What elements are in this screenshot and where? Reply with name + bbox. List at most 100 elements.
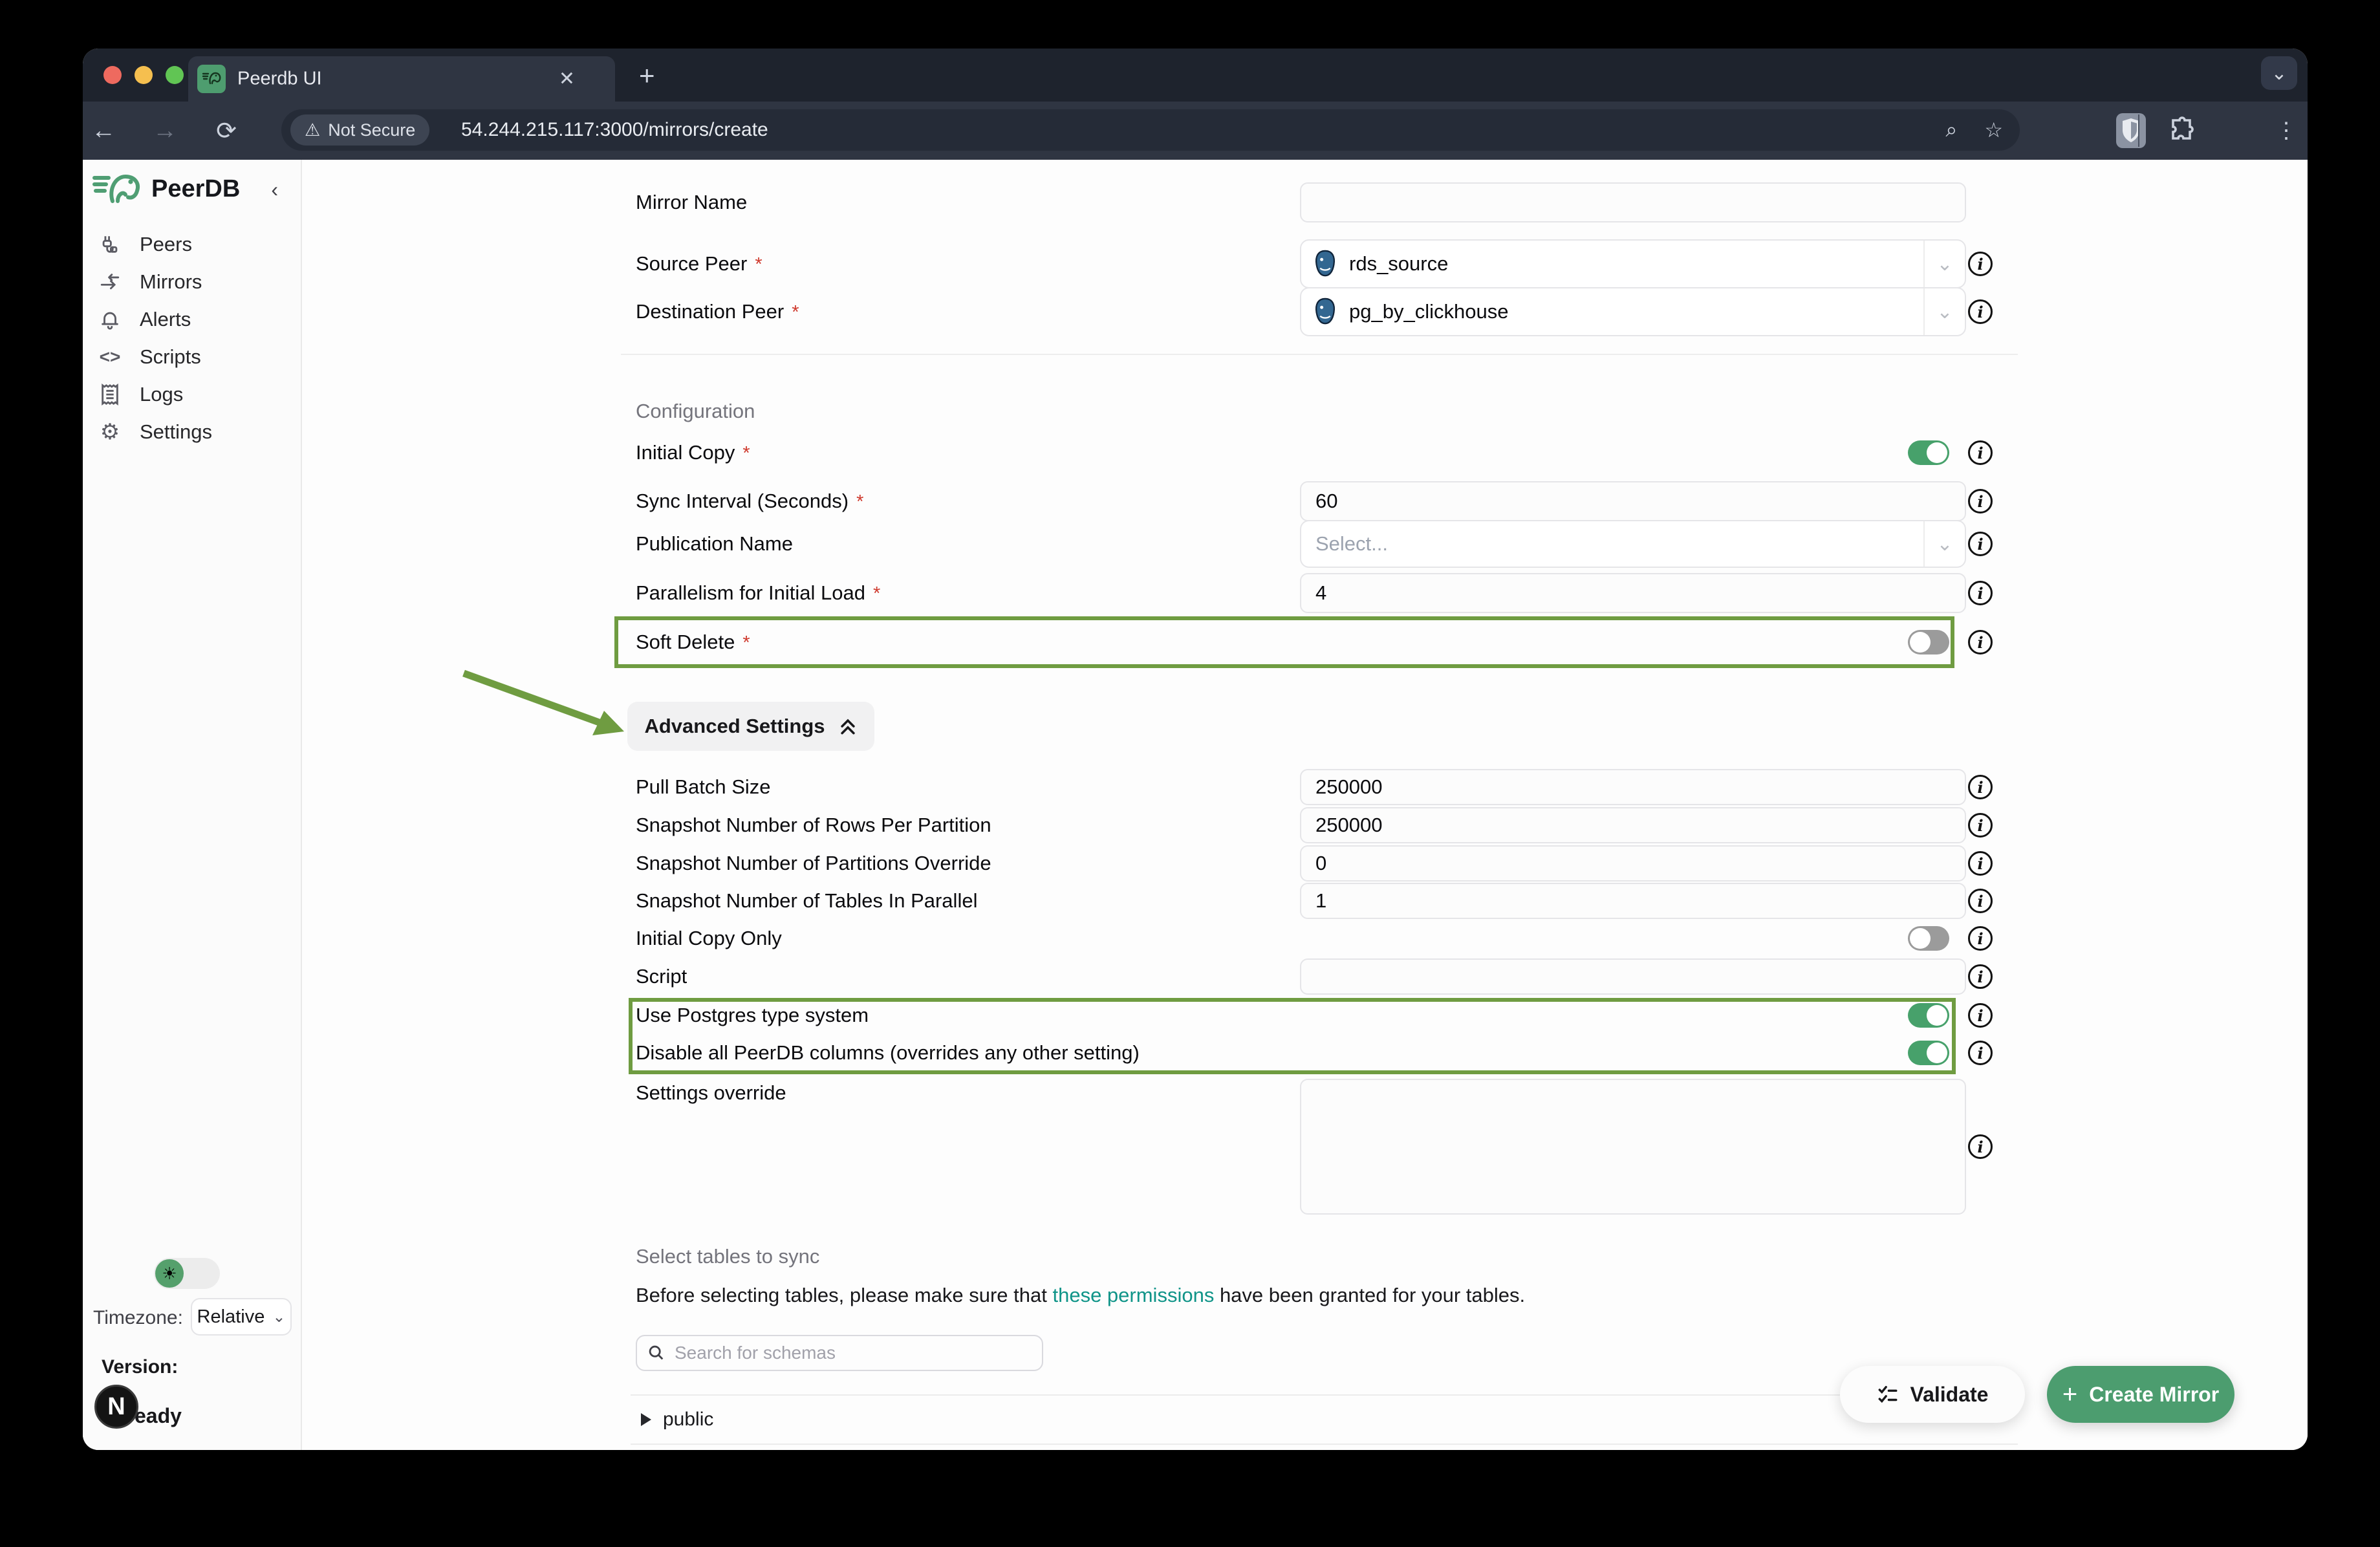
info-icon[interactable]: i	[1968, 1134, 1993, 1159]
info-icon[interactable]: i	[1968, 775, 1993, 799]
info-icon[interactable]: i	[1968, 1041, 1993, 1065]
advanced-settings-button[interactable]: Advanced Settings	[627, 702, 874, 751]
sync-interval-input[interactable]	[1300, 481, 1966, 521]
not-secure-label: Not Secure	[328, 120, 415, 140]
tab-strip: Peerdb UI ✕ + ⌄	[83, 49, 2308, 102]
snapshot-rows-label: Snapshot Number of Rows Per Partition	[636, 814, 991, 837]
not-secure-badge[interactable]: ⚠ Not Secure	[290, 114, 429, 146]
validate-button[interactable]: Validate	[1840, 1366, 2025, 1423]
sidebar-item-label: Peers	[140, 233, 192, 256]
sidebar-item-logs[interactable]: Logs	[88, 378, 295, 411]
peerdb-logo-icon	[92, 170, 145, 208]
initial-copy-only-toggle[interactable]	[1908, 926, 1949, 951]
plug-icon	[97, 233, 123, 255]
destination-peer-select[interactable]: pg_by_clickhouse ⌄	[1300, 287, 1966, 336]
chevron-down-icon[interactable]: ⌄	[1923, 521, 1965, 567]
schema-row-public[interactable]: public	[631, 1394, 2018, 1445]
info-icon[interactable]: i	[1968, 252, 1993, 276]
forward-button[interactable]: →	[144, 102, 186, 160]
info-icon[interactable]: i	[1968, 813, 1993, 838]
ready-status-text: eady	[135, 1404, 182, 1428]
info-icon[interactable]: i	[1968, 581, 1993, 605]
browser-tab[interactable]: Peerdb UI ✕	[188, 56, 615, 102]
sidebar-item-alerts[interactable]: Alerts	[88, 303, 295, 336]
timezone-value: Relative	[197, 1306, 265, 1328]
mirror-arrows-icon	[97, 271, 123, 293]
page-content: PeerDB ‹ Peers Mirrors Alerts	[83, 160, 2308, 1450]
publication-name-select[interactable]: Select... ⌄	[1300, 520, 1966, 568]
tab-search-chevron-icon[interactable]: ⌄	[2261, 56, 2297, 90]
chevron-down-icon[interactable]: ⌄	[1923, 288, 1965, 335]
bitwarden-shield-icon[interactable]	[2116, 102, 2146, 160]
theme-toggle[interactable]: ☀	[154, 1258, 220, 1289]
tab-close-icon[interactable]: ✕	[559, 68, 575, 91]
browser-window: Peerdb UI ✕ + ⌄ ← → ⟳ ⚠ Not Secure 54.24…	[83, 49, 2308, 1450]
close-window-button[interactable]	[103, 66, 122, 84]
sidebar-item-peers[interactable]: Peers	[88, 228, 295, 261]
pull-batch-size-input[interactable]	[1300, 769, 1966, 805]
peerdb-favicon-icon	[197, 65, 226, 93]
pull-batch-size-label: Pull Batch Size	[636, 775, 771, 799]
chevrons-up-icon	[838, 716, 858, 737]
sidebar-item-label: Mirrors	[140, 270, 202, 294]
info-icon[interactable]: i	[1968, 630, 1993, 654]
elephant-glyph-icon	[202, 70, 221, 87]
minimize-window-button[interactable]	[135, 66, 153, 84]
url-text[interactable]: 54.244.215.117:3000/mirrors/create	[461, 119, 768, 141]
snapshot-partitions-input[interactable]	[1300, 845, 1966, 882]
info-icon[interactable]: i	[1968, 489, 1993, 514]
snapshot-tables-input[interactable]	[1300, 883, 1966, 919]
info-icon[interactable]: i	[1968, 964, 1993, 989]
menu-kebab-icon[interactable]: ⋮	[2275, 102, 2297, 160]
source-peer-select[interactable]: rds_source ⌄	[1300, 239, 1966, 288]
url-bar[interactable]: ⚠ Not Secure 54.244.215.117:3000/mirrors…	[281, 109, 2020, 151]
select-tables-heading: Select tables to sync	[636, 1245, 819, 1268]
schema-search[interactable]	[636, 1335, 1043, 1371]
toolbar-divider	[2138, 114, 2139, 147]
permissions-link[interactable]: these permissions	[1052, 1284, 1214, 1306]
bookmark-star-icon[interactable]: ☆	[1984, 118, 2003, 142]
extensions-puzzle-icon[interactable]	[2167, 102, 2198, 160]
back-button[interactable]: ←	[83, 102, 124, 160]
info-icon[interactable]: i	[1968, 926, 1993, 951]
disable-peerdb-cols-toggle[interactable]	[1908, 1041, 1949, 1065]
chevron-down-icon: ⌄	[272, 1308, 285, 1326]
parallelism-input[interactable]	[1300, 573, 1966, 613]
reload-button[interactable]: ⟳	[206, 102, 247, 160]
use-pg-types-label: Use Postgres type system	[636, 1004, 869, 1027]
info-icon[interactable]: i	[1968, 851, 1993, 876]
create-mirror-button[interactable]: + Create Mirror	[2047, 1366, 2234, 1423]
expand-triangle-icon[interactable]	[641, 1413, 651, 1426]
sidebar-collapse-icon[interactable]: ‹	[271, 178, 278, 202]
mirror-name-input[interactable]	[1300, 182, 1966, 222]
snapshot-rows-input[interactable]	[1300, 807, 1966, 843]
warning-icon: ⚠	[305, 120, 320, 140]
sidebar-item-label: Alerts	[140, 308, 191, 331]
soft-delete-toggle[interactable]	[1908, 630, 1949, 654]
timezone-label: Timezone:	[93, 1307, 183, 1329]
settings-override-textarea[interactable]	[1300, 1079, 1966, 1215]
source-peer-label: Source Peer*	[636, 252, 763, 276]
timezone-select[interactable]: Relative ⌄	[191, 1298, 292, 1336]
use-pg-types-toggle[interactable]	[1908, 1003, 1949, 1028]
zoom-out-icon[interactable]: ⌕	[1945, 118, 1957, 142]
configuration-heading: Configuration	[636, 400, 755, 423]
info-icon[interactable]: i	[1968, 440, 1993, 465]
sidebar-item-mirrors[interactable]: Mirrors	[88, 266, 295, 298]
script-input[interactable]	[1300, 958, 1966, 995]
code-icon: <>	[97, 347, 123, 367]
info-icon[interactable]: i	[1968, 889, 1993, 913]
nextjs-dev-badge[interactable]: N	[94, 1385, 138, 1429]
info-icon[interactable]: i	[1968, 532, 1993, 556]
postgres-icon	[1310, 248, 1340, 279]
sidebar-item-settings[interactable]: ⚙ Settings	[88, 416, 295, 448]
chevron-down-icon[interactable]: ⌄	[1923, 241, 1965, 287]
bell-icon	[97, 308, 123, 330]
sidebar-item-scripts[interactable]: <> Scripts	[88, 341, 295, 373]
maximize-window-button[interactable]	[166, 66, 184, 84]
info-icon[interactable]: i	[1968, 299, 1993, 324]
info-icon[interactable]: i	[1968, 1003, 1993, 1028]
schema-search-input[interactable]	[675, 1343, 1011, 1363]
initial-copy-toggle[interactable]	[1908, 440, 1949, 465]
new-tab-button[interactable]: +	[639, 56, 655, 95]
